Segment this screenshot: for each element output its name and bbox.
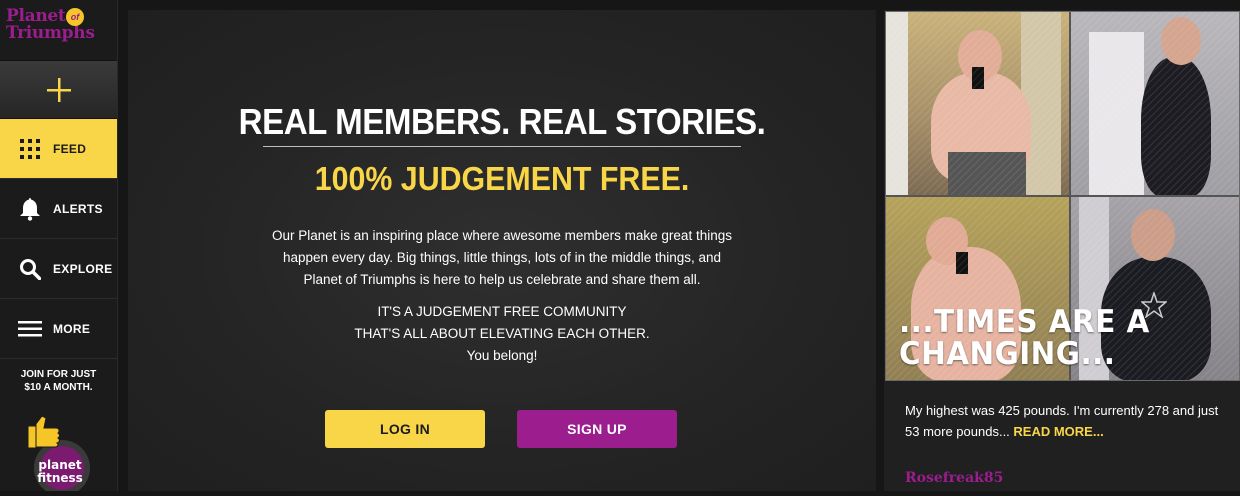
planet-fitness-logo[interactable]: planet fitness	[22, 410, 96, 496]
sidebar-item-label: ALERTS	[53, 201, 103, 216]
signup-button[interactable]: SIGN UP	[517, 410, 677, 448]
community-line1: IT'S A JUDGEMENT FREE COMMUNITY	[377, 304, 627, 319]
photo-after-side	[1071, 12, 1239, 195]
pf-logo-line1: planet	[38, 458, 81, 472]
auth-buttons: LOG IN SIGN UP	[325, 410, 677, 448]
read-more-link[interactable]: READ MORE...	[1013, 424, 1103, 439]
hero-headline: REAL MEMBERS. REAL STORIES.	[238, 101, 766, 142]
plus-icon	[46, 77, 71, 102]
hero-content: REAL MEMBERS. REAL STORIES. 100% JUDGEME…	[128, 102, 876, 367]
sidebar-item-label: EXPLORE	[53, 261, 113, 276]
hero-subhead: 100% JUDGEMENT FREE.	[314, 160, 690, 197]
menu-icon	[18, 318, 42, 340]
planet-of-triumphs-logo[interactable]: Planet of Triumphs	[0, 0, 117, 60]
login-button[interactable]: LOG IN	[325, 410, 485, 448]
photo-before-front	[886, 12, 1069, 195]
sidebar-item-explore[interactable]: EXPLORE	[0, 239, 117, 299]
grid-icon	[18, 138, 42, 160]
logo-of-badge: of	[66, 8, 84, 26]
sidebar-item-label: FEED	[53, 141, 87, 156]
headline-divider	[263, 146, 741, 147]
logo-line2: Triumphs	[6, 23, 95, 43]
pf-logo-line2: fitness	[37, 471, 83, 485]
story-username[interactable]: Rosefreak85	[905, 470, 1003, 486]
overlay-line1: ...TIMES ARE A	[899, 304, 1150, 340]
sidebar: Planet of Triumphs FEED ALERTS EXPLORE M…	[0, 0, 118, 496]
add-post-button[interactable]	[0, 60, 117, 119]
join-line1: JOIN FOR JUST	[20, 369, 97, 380]
story-card[interactable]: ...TIMES ARE A CHANGING... My highest wa…	[884, 10, 1240, 491]
sidebar-item-alerts[interactable]: ALERTS	[0, 179, 117, 239]
story-excerpt: My highest was 425 pounds. I'm currently…	[905, 400, 1225, 442]
overlay-line2: CHANGING...	[899, 336, 1116, 372]
photo-caption-overlay: ...TIMES ARE A CHANGING...	[899, 306, 1150, 370]
join-promo[interactable]: JOIN FOR JUST $10 A MONTH.	[0, 359, 117, 394]
hero-panel: REAL MEMBERS. REAL STORIES. 100% JUDGEME…	[128, 10, 876, 491]
join-line2: $10 A MONTH.	[24, 382, 93, 393]
search-icon	[18, 258, 42, 280]
bell-icon	[18, 197, 42, 221]
community-statement: IT'S A JUDGEMENT FREE COMMUNITY THAT'S A…	[128, 301, 876, 367]
hero-paragraph: Our Planet is an inspiring place where a…	[272, 228, 732, 287]
sidebar-item-label: MORE	[53, 321, 91, 336]
sidebar-item-more[interactable]: MORE	[0, 299, 117, 359]
sidebar-item-feed[interactable]: FEED	[0, 119, 117, 179]
community-line3: You belong!	[466, 348, 538, 363]
community-line2: THAT'S ALL ABOUT ELEVATING EACH OTHER.	[354, 326, 650, 341]
story-photo-collage[interactable]: ...TIMES ARE A CHANGING...	[885, 11, 1240, 381]
